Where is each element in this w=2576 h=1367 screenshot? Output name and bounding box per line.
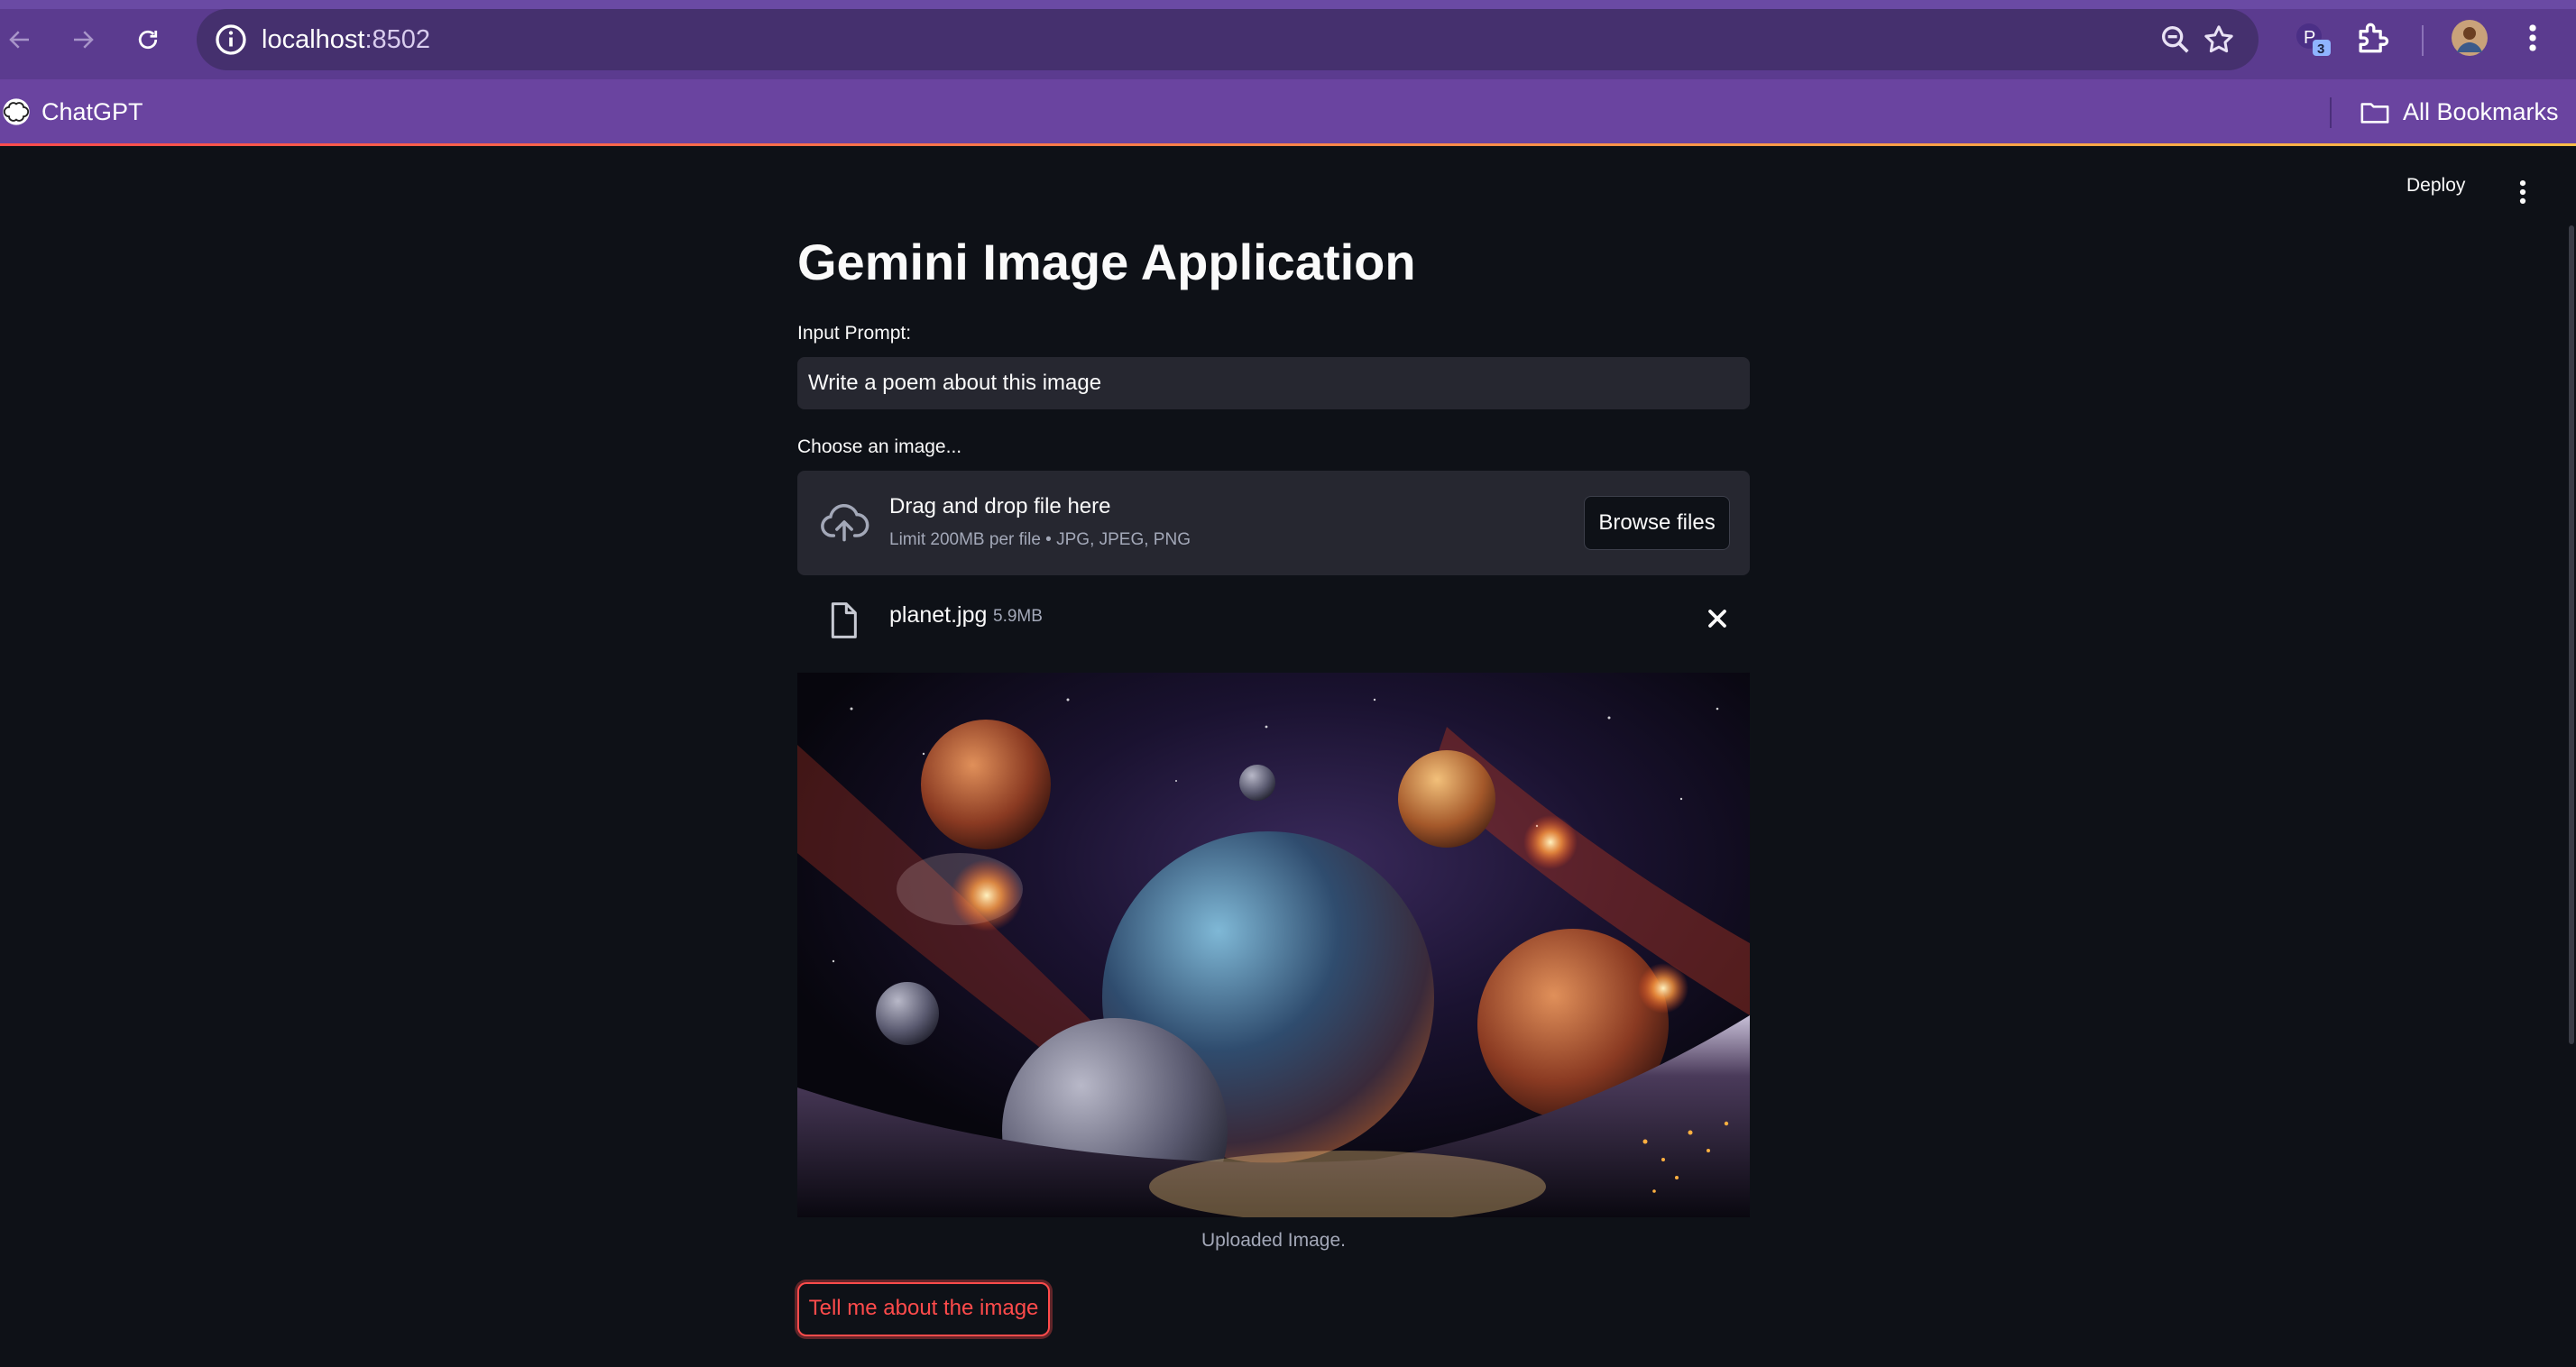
dropzone-limits: Limit 200MB per file • JPG, JPEG, PNG bbox=[889, 530, 1191, 549]
browser-toolbar: localhost:8502 P 3 bbox=[0, 0, 2576, 79]
site-info-icon[interactable] bbox=[213, 22, 249, 58]
bookmarks-bar: ChatGPT All Bookmarks bbox=[0, 79, 2576, 144]
dropzone-instructions: Drag and drop file here bbox=[889, 494, 1111, 518]
url-text[interactable]: localhost:8502 bbox=[262, 9, 430, 70]
file-size: 5.9MB bbox=[993, 607, 1043, 626]
file-dropzone[interactable]: Drag and drop file here Limit 200MB per … bbox=[797, 471, 1750, 575]
file-icon bbox=[831, 602, 857, 638]
extension-p-icon[interactable]: P 3 bbox=[2295, 18, 2338, 61]
bookmark-chatgpt[interactable]: ChatGPT bbox=[2, 79, 143, 144]
prompt-input[interactable] bbox=[797, 357, 1750, 409]
back-arrow-icon[interactable] bbox=[0, 20, 40, 60]
page-title: Gemini Image Application bbox=[797, 234, 1416, 290]
close-icon[interactable] bbox=[1703, 604, 1732, 633]
image-caption: Uploaded Image. bbox=[1201, 1230, 1346, 1251]
chrome-menu-icon[interactable] bbox=[2516, 18, 2560, 61]
uploaded-file-row: planet.jpg 5.9MB bbox=[797, 588, 1750, 649]
url-port: :8502 bbox=[364, 25, 431, 54]
toolbar-divider bbox=[2422, 25, 2424, 56]
bookmarks-divider bbox=[2330, 97, 2332, 128]
tab-strip bbox=[0, 0, 2576, 9]
address-bar[interactable]: localhost:8502 bbox=[197, 9, 2259, 70]
extensions-puzzle-icon[interactable] bbox=[2352, 18, 2396, 61]
app-header bbox=[0, 146, 2576, 240]
forward-arrow-icon[interactable] bbox=[63, 20, 103, 60]
kebab-menu-icon[interactable] bbox=[2512, 177, 2534, 207]
url-host: localhost bbox=[262, 25, 365, 54]
uploader-label: Choose an image... bbox=[797, 436, 962, 457]
page-scrollbar[interactable] bbox=[2569, 225, 2574, 1044]
zoom-icon[interactable] bbox=[2157, 22, 2194, 58]
bookmark-star-icon[interactable] bbox=[2201, 22, 2237, 58]
folder-icon bbox=[2360, 103, 2389, 124]
file-name: planet.jpg bbox=[889, 602, 988, 628]
profile-avatar[interactable] bbox=[2450, 18, 2493, 61]
bookmark-label: ChatGPT bbox=[41, 97, 143, 125]
prompt-label: Input Prompt: bbox=[797, 323, 912, 344]
browse-files-button[interactable]: Browse files bbox=[1584, 496, 1730, 550]
all-bookmarks-label: All Bookmarks bbox=[2403, 97, 2559, 125]
reload-icon[interactable] bbox=[128, 20, 168, 60]
uploaded-image bbox=[797, 673, 1750, 1217]
extension-badge: 3 bbox=[2317, 41, 2324, 57]
all-bookmarks-button[interactable]: All Bookmarks bbox=[2360, 79, 2559, 144]
chatgpt-logo-icon bbox=[3, 98, 30, 125]
deploy-button[interactable]: Deploy bbox=[2406, 175, 2465, 197]
cloud-upload-icon bbox=[821, 503, 869, 542]
planet-image bbox=[797, 673, 1750, 1217]
tell-me-about-image-button[interactable]: Tell me about the image bbox=[797, 1282, 1050, 1336]
